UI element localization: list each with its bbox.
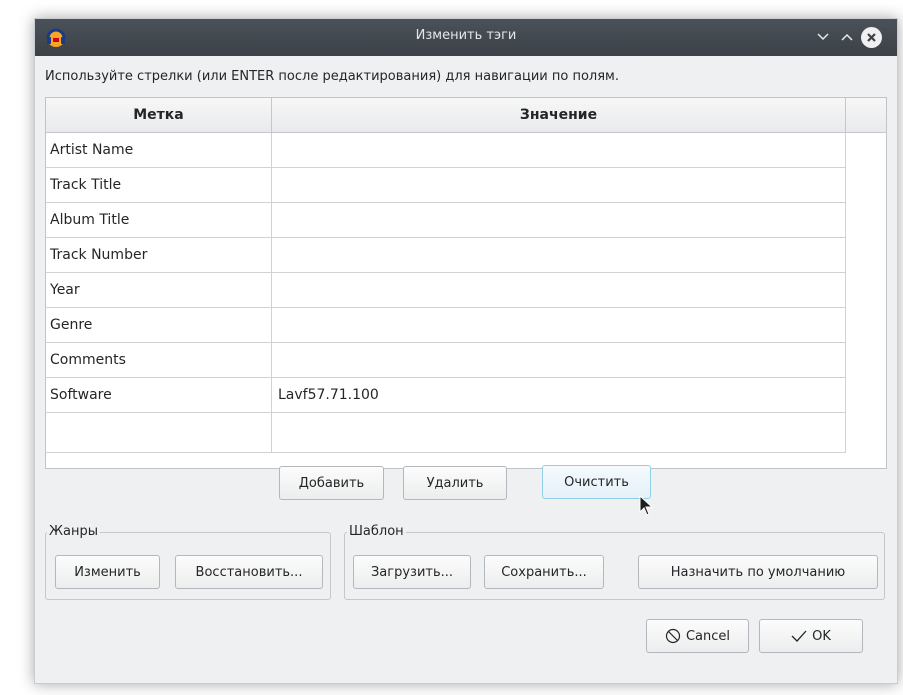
window-title: Изменить тэги — [415, 28, 517, 43]
remove-button[interactable]: Удалить — [403, 466, 507, 500]
edit-tags-dialog: Изменить тэги Используйте стрелки (или E… — [34, 18, 898, 684]
tag-value-cell[interactable] — [272, 308, 846, 342]
header-corner — [846, 98, 886, 133]
tag-label-cell[interactable]: Track Title — [46, 168, 272, 202]
table-row[interactable]: Album Title — [46, 203, 846, 238]
tag-label-cell[interactable]: Track Number — [46, 238, 272, 272]
tag-label-cell[interactable]: Software — [46, 378, 272, 412]
tag-label-cell[interactable]: Year — [46, 273, 272, 307]
save-template-button[interactable]: Сохранить... — [484, 555, 604, 589]
cancel-button-label: Cancel — [685, 628, 731, 644]
table-row[interactable] — [46, 413, 846, 453]
reset-genres-button[interactable]: Восстановить... — [175, 555, 323, 589]
table-body: Artist Name Track Title Album Title Trac… — [46, 133, 846, 453]
clear-button[interactable]: Очистить — [542, 465, 651, 499]
tag-value-cell[interactable] — [272, 273, 846, 307]
mouse-pointer-icon — [639, 495, 653, 516]
ok-button-label: OK — [812, 628, 831, 644]
checkmark-icon — [791, 630, 807, 642]
template-group-title: Шаблон — [347, 524, 406, 539]
load-template-button[interactable]: Загрузить... — [353, 555, 471, 589]
navigation-hint: Используйте стрелки (или ENTER после ред… — [45, 69, 619, 84]
set-default-template-button[interactable]: Назначить по умолчанию — [638, 555, 878, 589]
table-header: Метка Значение — [46, 98, 886, 133]
add-button[interactable]: Добавить — [279, 466, 384, 500]
tag-label-cell[interactable]: Comments — [46, 343, 272, 377]
close-icon[interactable] — [861, 27, 882, 48]
cancel-circle-icon — [665, 628, 681, 644]
column-header-value[interactable]: Значение — [272, 98, 846, 133]
table-row[interactable]: Artist Name — [46, 133, 846, 168]
column-header-label[interactable]: Метка — [46, 98, 272, 133]
tag-label-cell[interactable]: Album Title — [46, 203, 272, 237]
table-row[interactable]: Track Number — [46, 238, 846, 273]
tag-label-cell[interactable] — [46, 413, 272, 452]
tag-value-cell[interactable] — [272, 343, 846, 377]
tag-value-cell[interactable] — [272, 413, 846, 452]
tag-label-cell[interactable]: Artist Name — [46, 133, 272, 167]
table-row[interactable]: Track Title — [46, 168, 846, 203]
maximize-icon[interactable] — [837, 27, 857, 47]
tag-label-cell[interactable]: Genre — [46, 308, 272, 342]
table-row[interactable]: Year — [46, 273, 846, 308]
ok-button[interactable]: OK — [759, 619, 863, 653]
genres-group-title: Жанры — [47, 524, 100, 539]
minimize-icon[interactable] — [813, 27, 833, 47]
title-bar[interactable]: Изменить тэги — [35, 19, 897, 56]
tags-table[interactable]: Метка Значение Artist Name Track Title A… — [45, 97, 887, 469]
table-row[interactable]: Genre — [46, 308, 846, 343]
table-row[interactable]: Software Lavf57.71.100 — [46, 378, 846, 413]
tag-value-cell[interactable] — [272, 168, 846, 202]
tag-value-cell[interactable] — [272, 203, 846, 237]
edit-genres-button[interactable]: Изменить — [55, 555, 160, 589]
table-row[interactable]: Comments — [46, 343, 846, 378]
tag-value-cell[interactable] — [272, 133, 846, 167]
tag-value-cell[interactable] — [272, 238, 846, 272]
tag-value-cell[interactable]: Lavf57.71.100 — [272, 378, 846, 412]
cancel-button[interactable]: Cancel — [646, 619, 749, 653]
